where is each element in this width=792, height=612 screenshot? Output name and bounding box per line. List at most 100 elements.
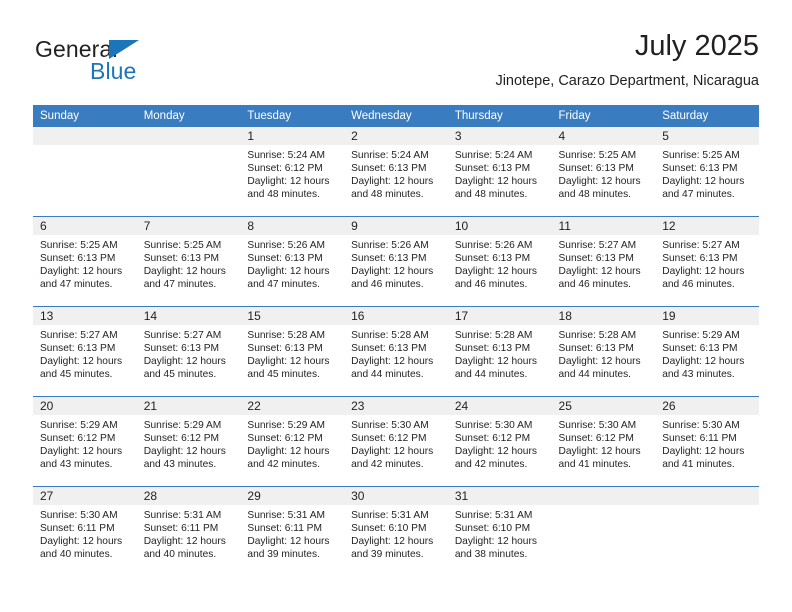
calendar-day-cell[interactable]: 30 Sunrise: 5:31 AM Sunset: 6:10 PM Dayligh…: [344, 486, 448, 576]
day-number: 17: [447, 307, 552, 325]
day-number: 6: [33, 217, 137, 235]
calendar-day-cell[interactable]: 15 Sunrise: 5:28 AM Sunset: 6:13 PM Dayligh…: [240, 306, 345, 397]
day-number: 4: [551, 127, 656, 145]
calendar-day-cell[interactable]: 3 Sunrise: 5:24 AM Sunset: 6:13 PM Daylight…: [447, 127, 552, 217]
calendar-day-cell[interactable]: 28 Sunrise: 5:31 AM Sunset: 6:11 PM Dayligh…: [136, 486, 241, 576]
daylight-text-line2: and 46 minutes.: [662, 279, 735, 291]
calendar-week-row: 20 Sunrise: 5:29 AM Sunset: 6:12 PM Dayligh…: [33, 396, 759, 487]
daylight-text-line1: Daylight: 12 hours: [40, 356, 123, 368]
sunset-text: Sunset: 6:13 PM: [454, 253, 531, 265]
calendar-day-cell[interactable]: 13 Sunrise: 5:27 AM Sunset: 6:13 PM Dayligh…: [33, 306, 137, 397]
calendar-day-cell[interactable]: 1 Sunrise: 5:24 AM Sunset: 6:12 PM Daylight…: [240, 127, 345, 217]
day-details: Sunrise: 5:25 AM Sunset: 6:13 PM Daylight:…: [33, 235, 137, 291]
daylight-text-line1: Daylight: 12 hours: [247, 266, 330, 278]
calendar-day-cell[interactable]: 24 Sunrise: 5:30 AM Sunset: 6:12 PM Dayligh…: [447, 396, 552, 487]
day-details: Sunrise: 5:30 AM Sunset: 6:12 PM Daylight:…: [448, 415, 552, 471]
calendar-day-cell[interactable]: 11 Sunrise: 5:27 AM Sunset: 6:13 PM Dayligh…: [551, 216, 656, 307]
sunrise-text: Sunrise: 5:29 AM: [40, 420, 118, 431]
sunset-text: Sunset: 6:13 PM: [247, 253, 323, 265]
daylight-text-line1: Daylight: 12 hours: [454, 176, 537, 188]
day-number: 20: [33, 397, 137, 415]
daylight-text-line1: Daylight: 12 hours: [40, 266, 123, 278]
day-number: 27: [33, 487, 137, 505]
calendar-day-cell[interactable]: 10 Sunrise: 5:26 AM Sunset: 6:13 PM Dayligh…: [447, 216, 552, 307]
sunrise-text: Sunrise: 5:29 AM: [662, 330, 740, 341]
sunrise-text: Sunrise: 5:28 AM: [558, 330, 637, 341]
daylight-text-line2: and 47 minutes.: [247, 279, 320, 291]
day-details: Sunrise: 5:30 AM Sunset: 6:12 PM Daylight:…: [344, 415, 448, 471]
daylight-text-line1: Daylight: 12 hours: [247, 356, 330, 368]
calendar-day-cell[interactable]: 12 Sunrise: 5:27 AM Sunset: 6:13 PM Dayligh…: [655, 216, 759, 307]
weekday-header-sunday: Sunday: [33, 105, 137, 127]
day-details: Sunrise: 5:28 AM Sunset: 6:13 PM Daylight:…: [240, 325, 344, 381]
calendar-day-cell[interactable]: 2 Sunrise: 5:24 AM Sunset: 6:13 PM Daylight…: [344, 127, 448, 217]
sunset-text: Sunset: 6:13 PM: [662, 163, 738, 175]
daylight-text-line2: and 45 minutes.: [143, 369, 217, 381]
sunrise-text: Sunrise: 5:27 AM: [558, 240, 637, 251]
sunset-text: Sunset: 6:12 PM: [143, 433, 220, 445]
day-number: 11: [551, 217, 656, 235]
calendar-day-cell[interactable]: 21 Sunrise: 5:29 AM Sunset: 6:12 PM Dayligh…: [136, 396, 241, 487]
sunrise-text: Sunrise: 5:26 AM: [351, 240, 429, 251]
calendar-day-cell[interactable]: 14 Sunrise: 5:27 AM Sunset: 6:13 PM Dayligh…: [136, 306, 241, 397]
day-details: Sunrise: 5:31 AM Sunset: 6:11 PM Daylight:…: [240, 505, 344, 561]
sunset-text: Sunset: 6:13 PM: [351, 163, 427, 175]
calendar-header-row: Sunday Monday Tuesday Wednesday Thursday…: [33, 105, 759, 127]
daylight-text-line1: Daylight: 12 hours: [662, 176, 745, 188]
sunset-text: Sunset: 6:11 PM: [40, 523, 115, 535]
calendar-day-cell[interactable]: 17 Sunrise: 5:28 AM Sunset: 6:13 PM Dayligh…: [447, 306, 552, 397]
daylight-text-line1: Daylight: 12 hours: [40, 536, 123, 548]
calendar-day-cell[interactable]: 31 Sunrise: 5:31 AM Sunset: 6:10 PM Dayligh…: [447, 486, 552, 576]
day-details: Sunrise: 5:28 AM Sunset: 6:13 PM Daylight:…: [552, 325, 656, 381]
day-number: 1: [240, 127, 345, 145]
sunset-text: Sunset: 6:11 PM: [247, 523, 322, 535]
day-number: 21: [136, 397, 241, 415]
sunset-text: Sunset: 6:13 PM: [40, 343, 116, 355]
calendar-day-cell[interactable]: 20 Sunrise: 5:29 AM Sunset: 6:12 PM Dayligh…: [33, 396, 137, 487]
daylight-text-line1: Daylight: 12 hours: [351, 536, 434, 548]
daylight-text-line2: and 42 minutes.: [454, 459, 528, 471]
general-blue-logo[interactable]: General Blue: [33, 36, 233, 92]
day-number: 7: [136, 217, 241, 235]
day-details: Sunrise: 5:28 AM Sunset: 6:13 PM Daylight:…: [344, 325, 448, 381]
day-details: Sunrise: 5:29 AM Sunset: 6:12 PM Daylight:…: [240, 415, 344, 471]
sunset-text: Sunset: 6:13 PM: [454, 343, 531, 355]
calendar-day-cell[interactable]: 6 Sunrise: 5:25 AM Sunset: 6:13 PM Daylight…: [33, 216, 137, 307]
calendar-week-row: 27 Sunrise: 5:30 AM Sunset: 6:11 PM Dayligh…: [33, 486, 759, 576]
weekday-header-tuesday: Tuesday: [240, 105, 345, 127]
daylight-text-line1: Daylight: 12 hours: [40, 446, 123, 458]
weekday-header-friday: Friday: [551, 105, 656, 127]
daylight-text-line1: Daylight: 12 hours: [454, 446, 537, 458]
sunrise-text: Sunrise: 5:31 AM: [143, 510, 222, 521]
calendar-day-cell[interactable]: 25 Sunrise: 5:30 AM Sunset: 6:12 PM Dayligh…: [551, 396, 656, 487]
calendar-cell-empty: [33, 127, 137, 217]
calendar-day-cell[interactable]: 27 Sunrise: 5:30 AM Sunset: 6:11 PM Dayligh…: [33, 486, 137, 576]
calendar-day-cell[interactable]: 16 Sunrise: 5:28 AM Sunset: 6:13 PM Dayligh…: [344, 306, 448, 397]
day-details: Sunrise: 5:27 AM Sunset: 6:13 PM Daylight:…: [33, 325, 137, 381]
sunrise-text: Sunrise: 5:28 AM: [454, 330, 533, 341]
calendar-day-cell[interactable]: 22 Sunrise: 5:29 AM Sunset: 6:12 PM Dayligh…: [240, 396, 345, 487]
daylight-text-line2: and 48 minutes.: [558, 189, 632, 201]
day-number: [551, 487, 656, 505]
sunrise-text: Sunrise: 5:30 AM: [662, 420, 740, 431]
sunset-text: Sunset: 6:12 PM: [40, 433, 116, 445]
calendar-day-cell[interactable]: 9 Sunrise: 5:26 AM Sunset: 6:13 PM Daylight…: [344, 216, 448, 307]
daylight-text-line1: Daylight: 12 hours: [662, 446, 745, 458]
daylight-text-line1: Daylight: 12 hours: [454, 536, 537, 548]
calendar-day-cell[interactable]: 26 Sunrise: 5:30 AM Sunset: 6:11 PM Dayligh…: [655, 396, 759, 487]
day-details: Sunrise: 5:26 AM Sunset: 6:13 PM Daylight:…: [344, 235, 448, 291]
calendar-day-cell[interactable]: 19 Sunrise: 5:29 AM Sunset: 6:13 PM Dayligh…: [655, 306, 759, 397]
calendar-day-cell[interactable]: 23 Sunrise: 5:30 AM Sunset: 6:12 PM Dayligh…: [344, 396, 448, 487]
calendar-day-cell[interactable]: 5 Sunrise: 5:25 AM Sunset: 6:13 PM Daylight…: [655, 127, 759, 217]
calendar-day-cell[interactable]: 18 Sunrise: 5:28 AM Sunset: 6:13 PM Dayligh…: [551, 306, 656, 397]
day-number: [655, 487, 759, 505]
sunrise-text: Sunrise: 5:31 AM: [454, 510, 533, 521]
sunset-text: Sunset: 6:11 PM: [143, 523, 219, 535]
day-details: Sunrise: 5:25 AM Sunset: 6:13 PM Daylight:…: [137, 235, 241, 291]
calendar-cell-empty: [136, 127, 241, 217]
daylight-text-line1: Daylight: 12 hours: [247, 446, 330, 458]
calendar-day-cell[interactable]: 8 Sunrise: 5:26 AM Sunset: 6:13 PM Daylight…: [240, 216, 345, 307]
calendar-day-cell[interactable]: 29 Sunrise: 5:31 AM Sunset: 6:11 PM Dayligh…: [240, 486, 345, 576]
calendar-day-cell[interactable]: 7 Sunrise: 5:25 AM Sunset: 6:13 PM Daylight…: [136, 216, 241, 307]
calendar-day-cell[interactable]: 4 Sunrise: 5:25 AM Sunset: 6:13 PM Daylight…: [551, 127, 656, 217]
